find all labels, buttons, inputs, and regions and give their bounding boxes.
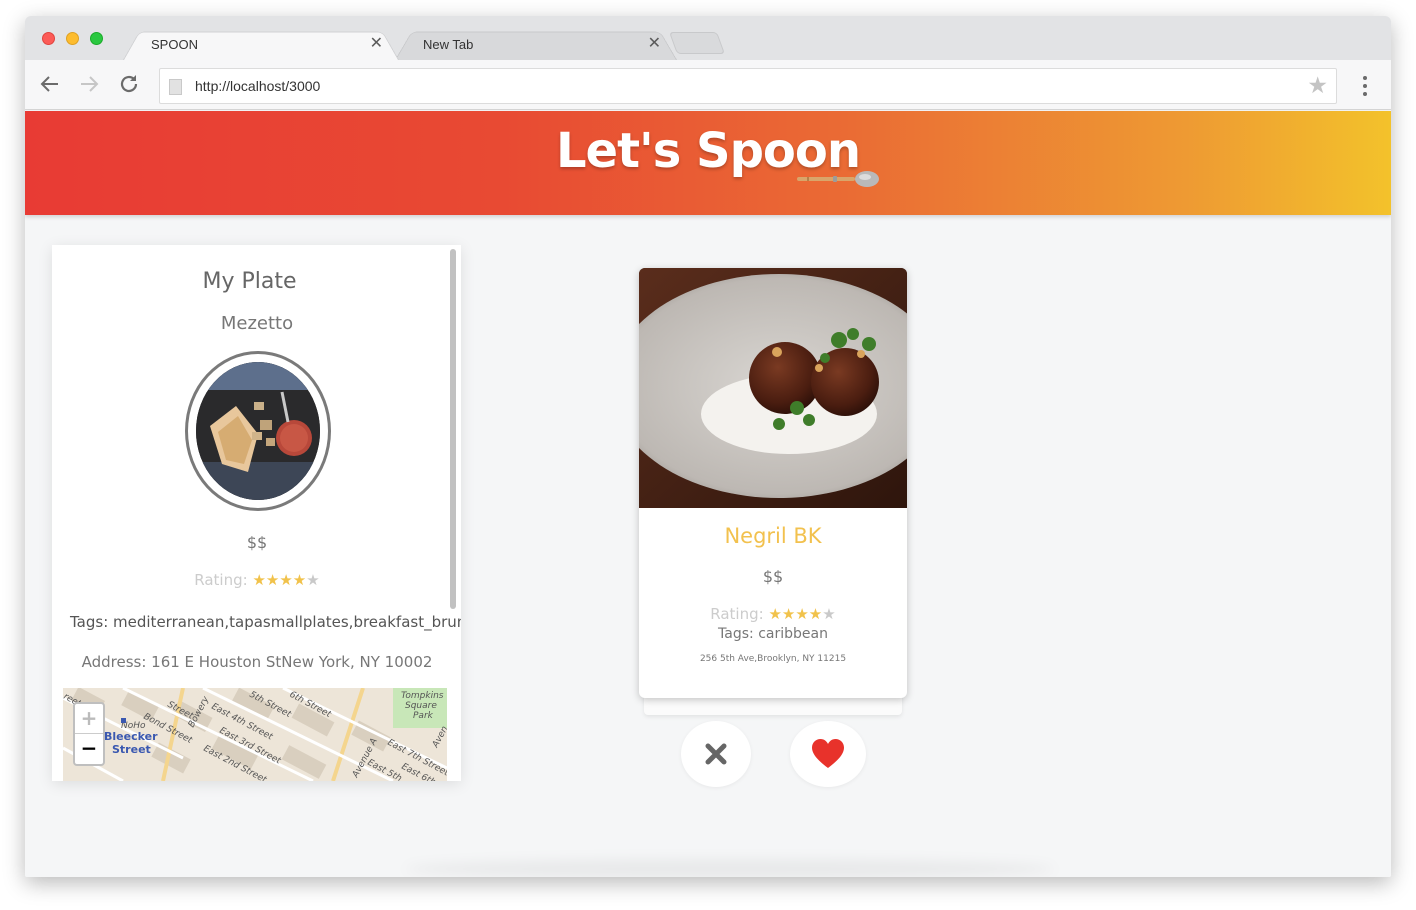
header-banner: Let's Spoon xyxy=(25,111,1391,215)
forward-arrow-icon[interactable] xyxy=(77,72,101,96)
rating: Rating: ★★★★★ xyxy=(639,605,907,623)
zoom-out-button[interactable]: − xyxy=(75,734,103,764)
rating-label: Rating: xyxy=(194,571,248,589)
restaurant-name: Negril BK xyxy=(724,524,822,548)
minimize-window-button[interactable] xyxy=(66,32,79,45)
panel-scrollbar[interactable] xyxy=(450,249,456,609)
tags-text: Tags: mediterranean,tapasmallplates,brea… xyxy=(70,613,461,631)
svg-text:Park: Park xyxy=(413,711,434,721)
zoom-in-button[interactable]: + xyxy=(75,704,103,734)
svg-text:Square: Square xyxy=(405,701,437,711)
brand-logo-text: Let's Spoon xyxy=(555,123,861,179)
panel-title: My Plate xyxy=(202,269,297,294)
rating-stars: ★★★★★ xyxy=(768,605,836,623)
price-level: $$ xyxy=(246,533,268,552)
like-button[interactable] xyxy=(790,721,866,787)
restaurant-photo xyxy=(185,351,331,511)
restaurant-card[interactable]: Negril BK $$ Rating: ★★★★★ Tags: caribbe… xyxy=(639,268,907,698)
tab-close-icon[interactable]: ✕ xyxy=(648,33,661,52)
my-plate-panel[interactable]: My Plate Mezetto $$ Rating: ★★★★★ Tags: … xyxy=(52,245,461,781)
tab-new-tab[interactable]: New Tab ✕ xyxy=(395,27,677,60)
svg-text:Bleecker: Bleecker xyxy=(104,730,158,743)
restaurant-name: Mezetto xyxy=(220,313,294,334)
svg-text:Tompkins: Tompkins xyxy=(401,691,444,701)
kebab-menu-icon[interactable] xyxy=(1355,74,1375,98)
close-x-icon xyxy=(705,743,727,765)
page-icon xyxy=(169,79,182,95)
maximize-window-button[interactable] xyxy=(90,32,103,45)
rating-label: Rating: xyxy=(710,605,764,623)
close-window-button[interactable] xyxy=(42,32,55,45)
tab-strip: New Tab ✕ SPOON ✕ xyxy=(25,16,1391,60)
price-level: $$ xyxy=(762,567,784,586)
address-bar[interactable]: http://localhost/3000 ★ xyxy=(159,68,1337,104)
dish-photo-illustration xyxy=(639,268,907,508)
rating-stars: ★★★★★ xyxy=(252,571,320,589)
address-text: 256 5th Ave,Brooklyn, NY 11215 xyxy=(699,654,847,664)
map-zoom-control: + − xyxy=(73,702,105,766)
location-map[interactable]: reet Street NoHo Bond Street Bowery East… xyxy=(63,688,447,781)
url-text[interactable]: http://localhost/3000 xyxy=(195,78,320,94)
browser-window: New Tab ✕ SPOON ✕ http://localhost/3000 … xyxy=(25,16,1391,877)
address-text: Address: 161 E Houston StNew York, NY 10… xyxy=(81,653,433,671)
tab-label: SPOON xyxy=(151,37,198,52)
tab-close-icon[interactable]: ✕ xyxy=(370,33,383,52)
tags-text: Tags: caribbean xyxy=(718,626,828,642)
spoon-icon xyxy=(797,171,879,187)
browser-toolbar: http://localhost/3000 ★ xyxy=(25,60,1391,110)
dish-photo-illustration xyxy=(196,362,320,500)
reject-button[interactable] xyxy=(681,721,751,787)
reload-icon[interactable] xyxy=(117,72,141,96)
svg-text:Street: Street xyxy=(112,743,151,756)
back-arrow-icon[interactable] xyxy=(38,72,62,96)
tab-label: New Tab xyxy=(423,37,474,52)
restaurant-photo xyxy=(639,268,907,508)
tab-spoon[interactable]: SPOON ✕ xyxy=(123,27,399,60)
bookmark-star-icon[interactable]: ★ xyxy=(1307,73,1328,99)
page-content: Let's Spoon My Plate Mezetto $$ Rating: … xyxy=(25,111,1391,877)
rating: Rating: ★★★★★ xyxy=(52,571,461,589)
new-tab-button[interactable] xyxy=(668,32,726,54)
page-footer-shadow xyxy=(405,859,1055,877)
map-tiles: reet Street NoHo Bond Street Bowery East… xyxy=(63,688,447,781)
heart-icon xyxy=(812,739,844,768)
